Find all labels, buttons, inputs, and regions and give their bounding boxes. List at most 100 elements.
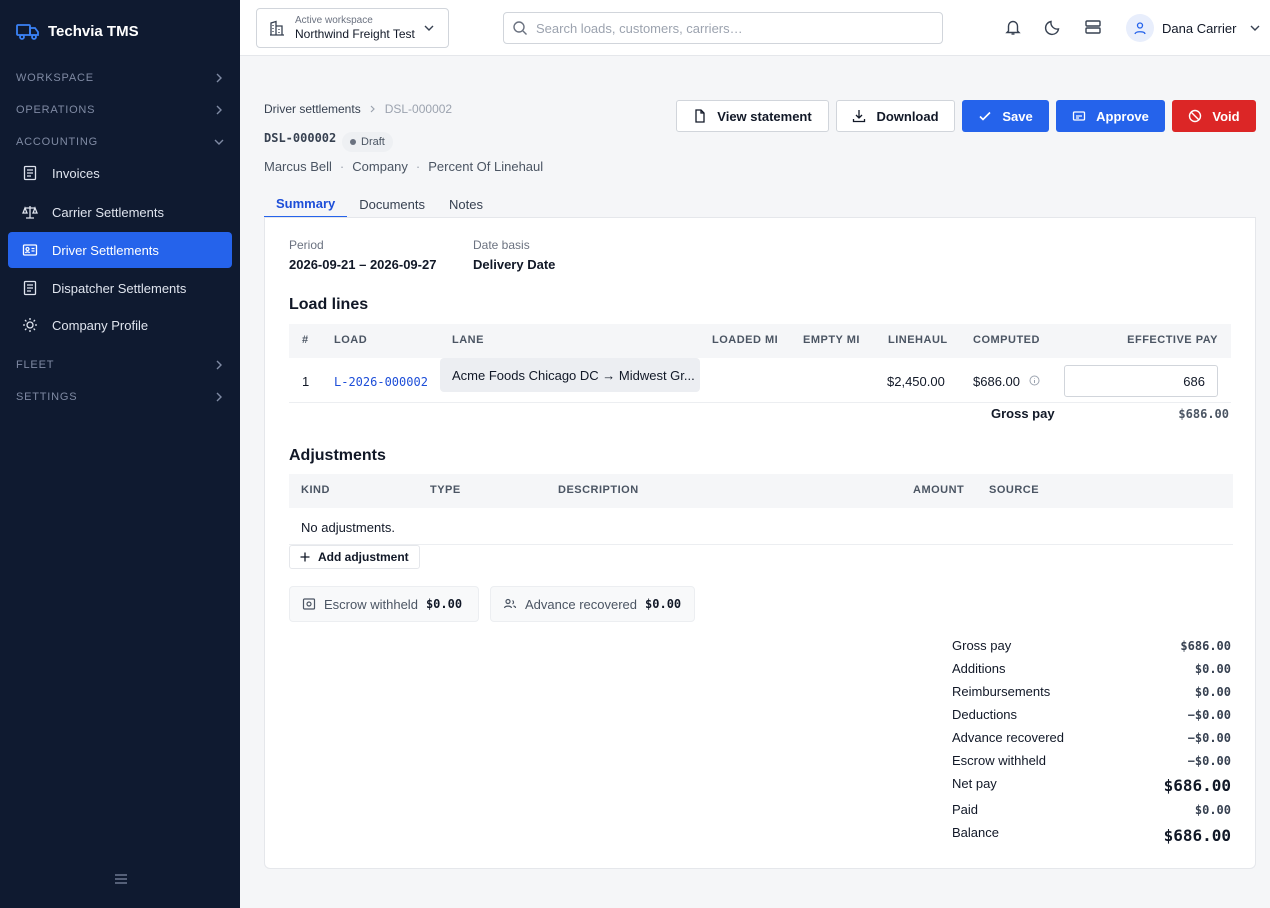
collapse-sidebar-icon[interactable] [114, 872, 128, 886]
total-label: Additions [952, 661, 1006, 676]
column-header: LOAD [334, 334, 368, 346]
sidebar-item-dispatcher-settlements[interactable]: Dispatcher Settlements [8, 270, 232, 306]
load-link[interactable]: L-2026-000002 [334, 375, 428, 389]
search-input[interactable] [536, 20, 926, 36]
building-icon [270, 20, 284, 36]
save-button[interactable]: Save [962, 100, 1049, 132]
advance-chip: Advance recovered $0.00 [490, 586, 695, 622]
ban-icon [1189, 109, 1202, 123]
bell-icon[interactable] [1004, 18, 1022, 36]
date-basis-value: Delivery Date [473, 257, 556, 272]
nav-section-accounting[interactable]: ACCOUNTING [16, 132, 224, 152]
sidebar-item-carrier-settlements[interactable]: Carrier Settlements [8, 194, 232, 230]
topbar: Active workspace Northwind Freight Test … [240, 0, 1270, 56]
sidebar-item-invoices[interactable]: Invoices [8, 155, 232, 191]
nav-section-operations[interactable]: OPERATIONS [16, 100, 224, 120]
adjustments-empty: No adjustments. [301, 520, 395, 535]
layout-icon[interactable] [1084, 18, 1102, 36]
settlement-meta: Marcus Bell · Company · Percent Of Lineh… [264, 159, 543, 174]
button-label: Download [876, 108, 939, 124]
summary-card: Period 2026-09-21 – 2026-09-27 Date basi… [264, 218, 1256, 869]
sidebar-item-driver-settlements[interactable]: Driver Settlements [8, 232, 232, 268]
effective-pay-input[interactable] [1064, 365, 1218, 397]
date-basis-label: Date basis [473, 238, 530, 252]
net-pay-label: Net pay [952, 776, 997, 791]
total-value: −$0.00 [1187, 754, 1231, 768]
total-label: Paid [952, 802, 979, 817]
nav-section-label: FLEET [16, 359, 55, 371]
chip-label: Advance recovered [525, 596, 638, 612]
file-icon [695, 109, 705, 123]
chip-value: $0.00 [425, 597, 463, 611]
breadcrumb-current: DSL-000002 [384, 102, 453, 116]
moon-icon[interactable] [1044, 18, 1062, 36]
chevron-right-icon [216, 360, 222, 370]
search-box [503, 12, 943, 44]
total-label: Deductions [952, 707, 1018, 722]
chevron-right-icon [216, 105, 222, 115]
total-label: Escrow withheld [952, 753, 1046, 768]
column-header: KIND [301, 484, 330, 496]
sidebar-item-company-profile[interactable]: Company Profile [8, 307, 232, 343]
user-menu[interactable]: Dana Carrier [1126, 14, 1260, 42]
column-header: LINEHAUL [888, 334, 948, 346]
tab-bar: Summary Documents Notes [264, 190, 495, 218]
chevron-right-icon [216, 392, 222, 402]
nav-section-fleet[interactable]: FLEET [16, 355, 224, 375]
workspace-switcher[interactable]: Active workspace Northwind Freight Test [256, 8, 449, 48]
add-adjustment-button[interactable]: Add adjustment [289, 545, 420, 569]
balance-value: $686.00 [1163, 826, 1231, 845]
balance-label: Balance [952, 825, 999, 840]
nav-section-label: ACCOUNTING [16, 136, 98, 148]
column-header: COMPUTED [973, 334, 1040, 346]
workspace-value: Northwind Freight Test [295, 27, 415, 41]
view-statement-button[interactable]: View statement [676, 100, 829, 132]
workspace-label: Active workspace [295, 15, 373, 26]
breadcrumb-parent[interactable]: Driver settlements [264, 102, 361, 116]
approve-button[interactable]: Approve [1056, 100, 1165, 132]
pay-method: Percent Of Linehaul [428, 159, 544, 174]
button-label: Add adjustment [318, 550, 409, 564]
sidebar-item-label: Carrier Settlements [52, 204, 164, 220]
status-label: Draft [361, 136, 385, 148]
chevron-down-icon [424, 25, 434, 31]
brand[interactable]: Techvia TMS [16, 20, 139, 42]
separator: · [415, 159, 421, 174]
gross-pay-label: Gross pay [991, 406, 1055, 421]
period-label: Period [289, 238, 324, 252]
download-button[interactable]: Download [836, 100, 955, 132]
column-header: TYPE [430, 484, 461, 496]
row-number: 1 [302, 374, 310, 389]
total-value: $0.00 [1194, 662, 1231, 676]
tab-notes[interactable]: Notes [437, 190, 495, 218]
column-header: DESCRIPTION [558, 484, 639, 496]
user-icon [1134, 22, 1146, 35]
column-header: # [302, 334, 309, 346]
download-icon [853, 110, 866, 123]
info-icon[interactable] [1029, 375, 1040, 386]
brand-name: Techvia TMS [48, 22, 139, 40]
computed-value: $686.00 [973, 374, 1020, 389]
tab-summary[interactable]: Summary [264, 190, 348, 218]
adjustments-title: Adjustments [289, 447, 386, 464]
button-label: Void [1212, 108, 1240, 124]
period-value: 2026-09-21 – 2026-09-27 [289, 257, 437, 272]
net-pay-value: $686.00 [1163, 776, 1231, 795]
total-value: −$0.00 [1187, 731, 1231, 745]
load-lines-header: # LOAD LANE LOADED MI EMPTY MI LINEHAUL … [289, 324, 1231, 358]
nav-section-workspace[interactable]: WORKSPACE [16, 68, 224, 88]
column-header: SOURCE [989, 484, 1040, 496]
page-title: DSL-000002 [264, 131, 337, 145]
status-dot [350, 139, 356, 145]
chip-value: $0.00 [645, 597, 682, 611]
column-header: EMPTY MI [803, 334, 860, 346]
void-button[interactable]: Void [1172, 100, 1256, 132]
button-label: Save [1002, 108, 1033, 124]
user-name: Dana Carrier [1162, 20, 1237, 36]
status-badge: Draft [342, 132, 393, 152]
nav-section-settings[interactable]: SETTINGS [16, 387, 224, 407]
avatar [1126, 14, 1154, 42]
sidebar-item-label: Invoices [52, 165, 100, 181]
total-value: $0.00 [1194, 685, 1231, 699]
tab-documents[interactable]: Documents [347, 190, 437, 218]
